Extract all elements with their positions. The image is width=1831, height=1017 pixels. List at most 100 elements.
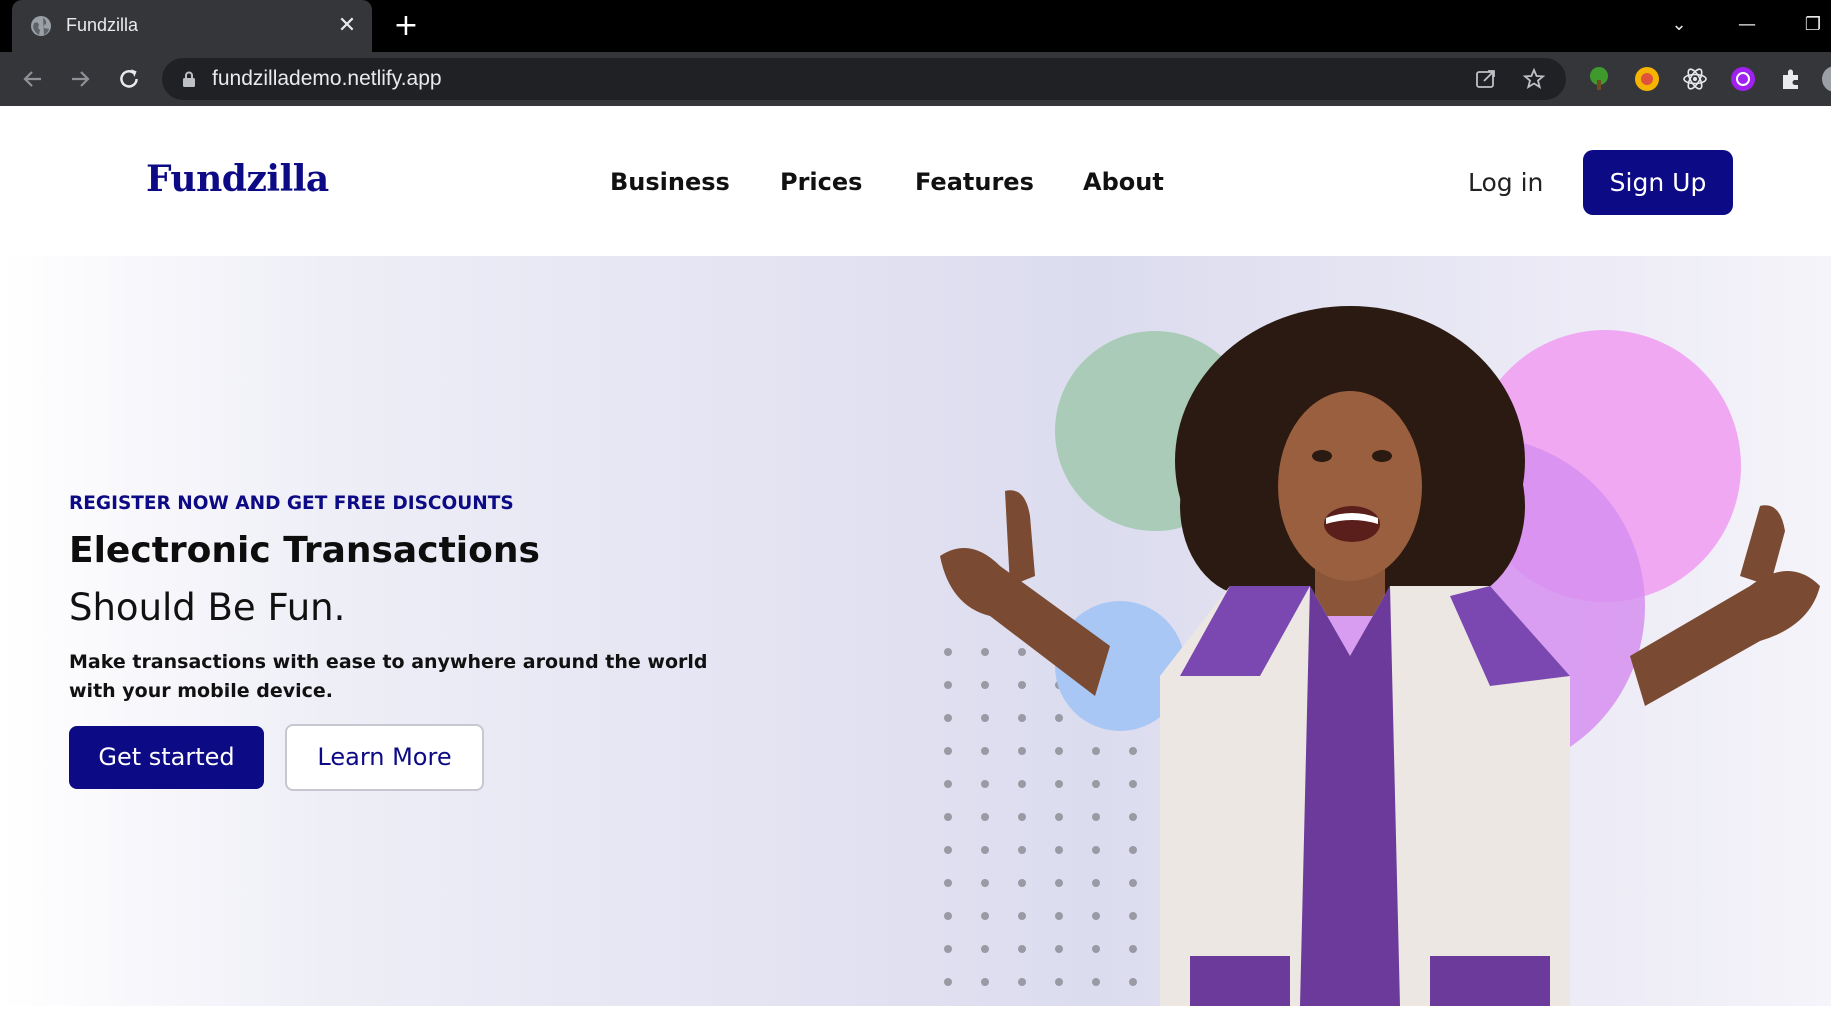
pattern-dot (1092, 945, 1100, 953)
pattern-dot (1129, 780, 1137, 788)
login-link[interactable]: Log in (1468, 168, 1543, 197)
star-icon[interactable] (1522, 67, 1546, 91)
tree-extension-icon[interactable] (1586, 66, 1612, 92)
pattern-dot (1092, 978, 1100, 986)
pattern-dot (1092, 879, 1100, 887)
pattern-dot (944, 945, 952, 953)
arrow-right-icon (72, 71, 90, 87)
pattern-dot (1129, 912, 1137, 920)
browser-toolbar: fundzillademo.netlify.app (0, 52, 1831, 106)
hero-headline: Electronic Transactions (69, 530, 540, 571)
hero-illustration (940, 306, 1820, 1006)
globe-icon (31, 16, 51, 36)
pattern-dot (1018, 747, 1026, 755)
pattern-dot (944, 648, 952, 656)
pattern-dot (1055, 879, 1063, 887)
hero-description: Make transactions with ease to anywhere … (69, 651, 708, 702)
pattern-dot (1018, 945, 1026, 953)
pattern-dot (1129, 978, 1137, 986)
pattern-dot (1129, 945, 1137, 953)
pattern-dot (1092, 747, 1100, 755)
avatar[interactable] (1822, 66, 1831, 92)
pattern-dot (1055, 846, 1063, 854)
reload-button[interactable] (112, 62, 146, 96)
tab-title: Fundzilla (66, 15, 139, 35)
pattern-dot (1092, 813, 1100, 821)
pattern-dot (1018, 714, 1026, 722)
pattern-dot (1018, 648, 1026, 656)
new-tab-button[interactable]: + (390, 10, 422, 42)
nav-link-about[interactable]: About (1083, 168, 1164, 196)
pattern-dot (944, 714, 952, 722)
browser-tab[interactable]: Fundzilla ✕ (12, 0, 372, 52)
restore-icon[interactable]: ❐ (1796, 10, 1830, 40)
pattern-dot (1018, 978, 1026, 986)
pattern-dot (1018, 813, 1026, 821)
pattern-dot (1055, 714, 1063, 722)
web-page: Fundzilla Business Prices Features About… (0, 106, 1831, 1017)
lock-icon (183, 71, 195, 87)
react-devtools-icon[interactable] (1682, 66, 1708, 92)
browser-chrome: Fundzilla ✕ + ⌄ — ❐ fundzillademo.netlif… (0, 0, 1831, 106)
pattern-dot (944, 813, 952, 821)
arrow-left-icon (23, 71, 41, 87)
forward-button[interactable] (63, 62, 97, 96)
pattern-dot (981, 912, 989, 920)
pattern-dot (981, 879, 989, 887)
pattern-dot (1055, 978, 1063, 986)
address-bar[interactable]: fundzillademo.netlify.app (162, 58, 1566, 100)
hero-subhead: Should Be Fun. (69, 586, 346, 629)
hero-kicker: REGISTER NOW AND GET FREE DISCOUNTS (69, 493, 514, 514)
pattern-dot (944, 681, 952, 689)
pattern-dot (1018, 879, 1026, 887)
share-icon[interactable] (1474, 67, 1498, 91)
puzzle-icon[interactable] (1778, 66, 1804, 92)
purple-extension-icon[interactable] (1730, 66, 1756, 92)
pattern-dot (944, 978, 952, 986)
pattern-dot (1129, 846, 1137, 854)
signup-button[interactable]: Sign Up (1583, 150, 1733, 215)
pattern-dot (981, 780, 989, 788)
chevron-down-icon[interactable]: ⌄ (1662, 10, 1696, 40)
pattern-dot (1018, 846, 1026, 854)
pattern-dot (981, 648, 989, 656)
pattern-dot (1018, 681, 1026, 689)
pattern-dot (981, 846, 989, 854)
hero-section: REGISTER NOW AND GET FREE DISCOUNTS Elec… (0, 256, 1831, 1006)
pattern-dot (981, 714, 989, 722)
pattern-dot (1055, 747, 1063, 755)
pattern-dot (944, 879, 952, 887)
pattern-dot (1092, 780, 1100, 788)
minimize-icon[interactable]: — (1730, 10, 1764, 40)
pattern-dot (981, 813, 989, 821)
pattern-dot (944, 912, 952, 920)
reload-icon (120, 69, 138, 88)
pattern-dot (1018, 912, 1026, 920)
back-button[interactable] (16, 62, 50, 96)
close-icon[interactable]: ✕ (334, 13, 360, 39)
get-started-button[interactable]: Get started (69, 726, 264, 789)
nav-link-features[interactable]: Features (915, 168, 1034, 196)
pattern-dot (1055, 945, 1063, 953)
pattern-dot (981, 945, 989, 953)
pattern-dot (1092, 846, 1100, 854)
pattern-dot (981, 978, 989, 986)
site-logo[interactable]: Fundzilla (146, 158, 329, 200)
emoji-extension-icon[interactable] (1634, 66, 1660, 92)
pattern-dot (1129, 879, 1137, 887)
pattern-dot (981, 681, 989, 689)
tab-strip: Fundzilla ✕ + ⌄ — ❐ (0, 0, 1831, 52)
pattern-dot (1092, 912, 1100, 920)
pattern-dot (1129, 813, 1137, 821)
pattern-dot (944, 780, 952, 788)
url-text: fundzillademo.netlify.app (212, 67, 442, 90)
pattern-dot (944, 747, 952, 755)
pattern-dot (944, 846, 952, 854)
pattern-dot (1129, 747, 1137, 755)
learn-more-button[interactable]: Learn More (285, 724, 484, 791)
site-header: Fundzilla Business Prices Features About… (0, 106, 1831, 256)
nav-link-prices[interactable]: Prices (780, 168, 862, 196)
pattern-dot (1055, 780, 1063, 788)
pattern-dot (1018, 780, 1026, 788)
nav-link-business[interactable]: Business (610, 168, 730, 196)
